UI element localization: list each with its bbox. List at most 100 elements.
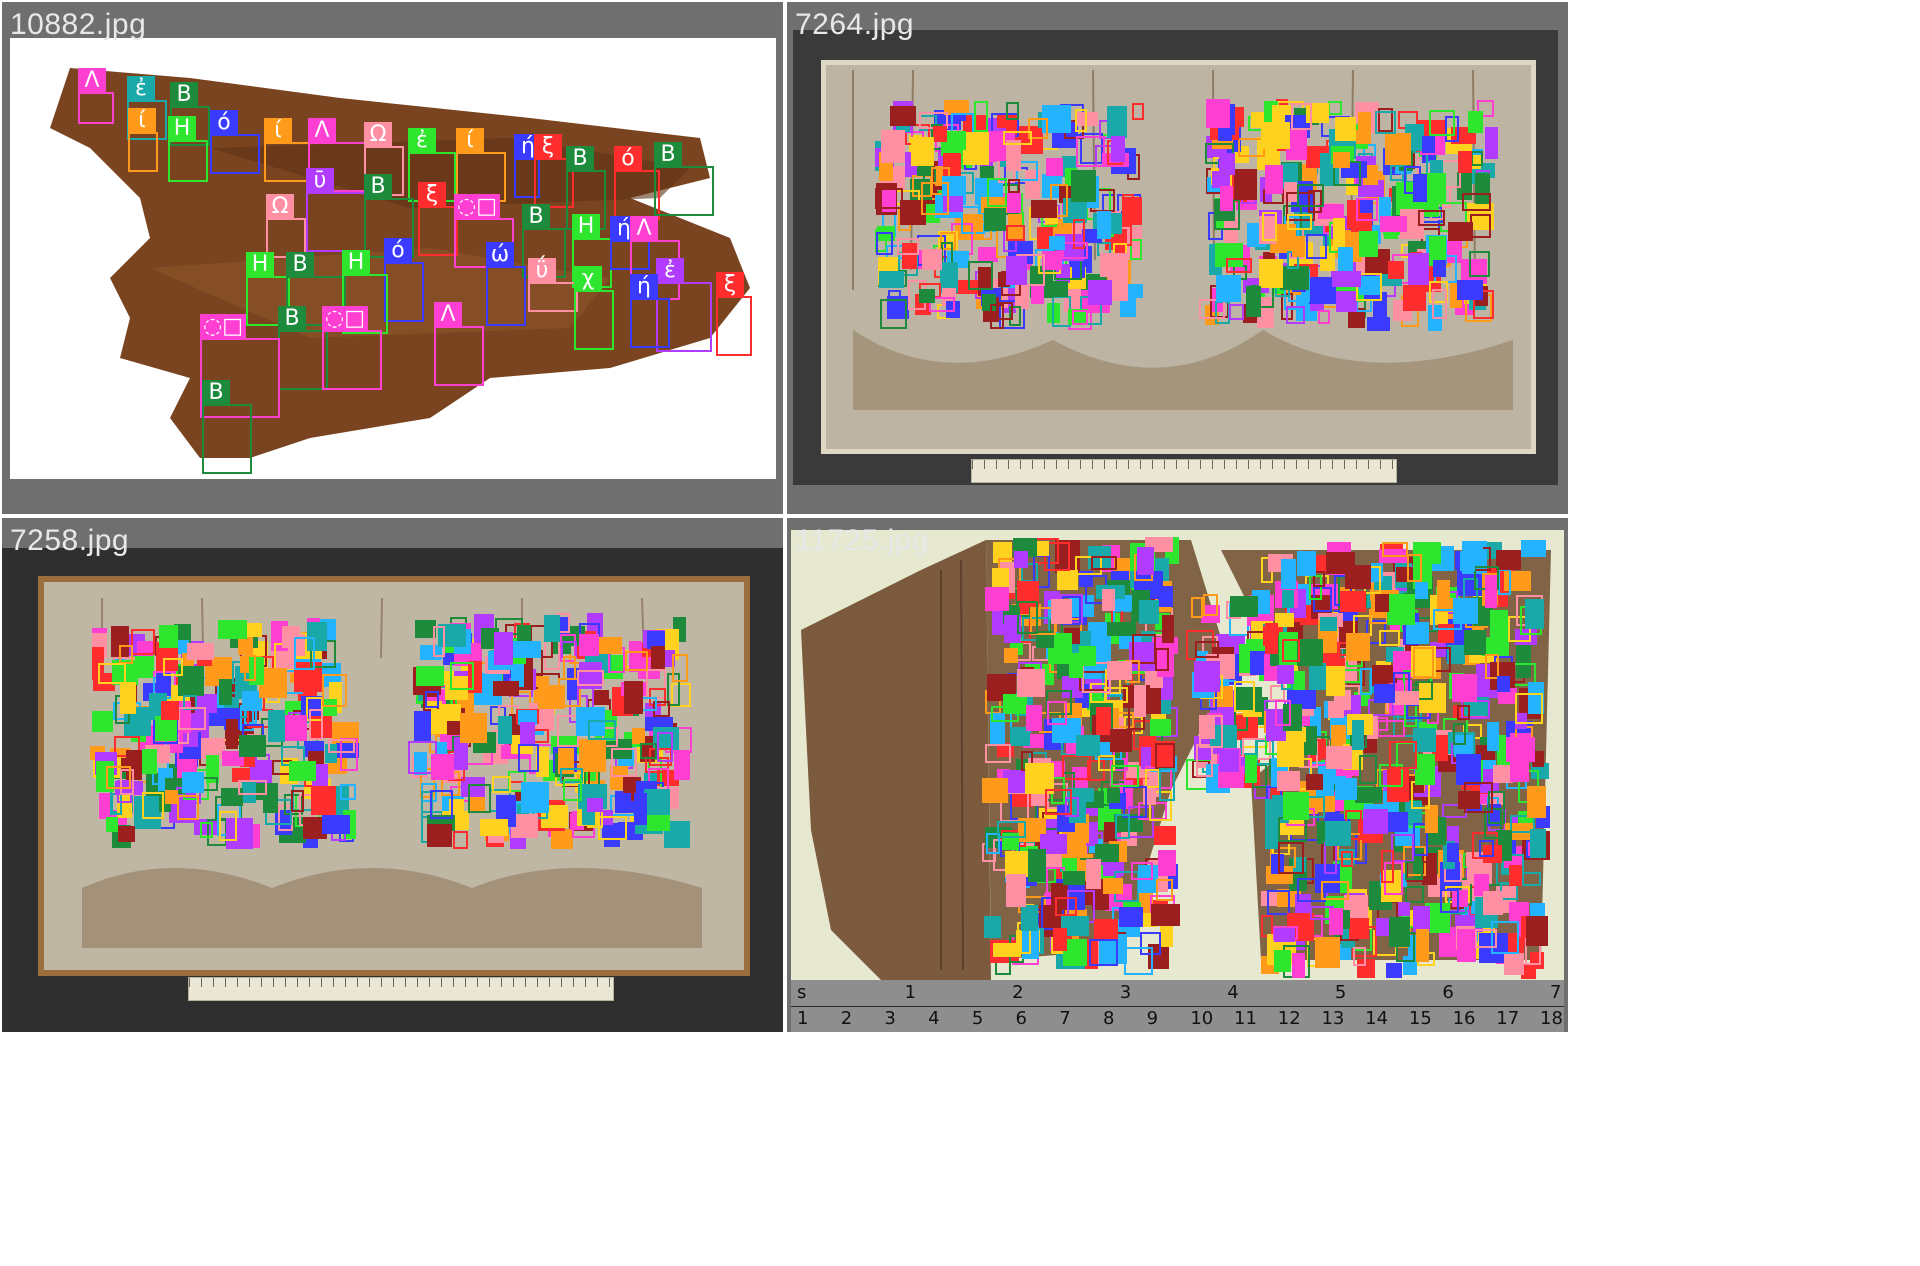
detection-box [430, 790, 453, 819]
detection-box [119, 645, 133, 664]
detection-box [218, 620, 247, 639]
detection-box [291, 790, 304, 812]
detection-box [1262, 212, 1277, 241]
detection-box [1425, 805, 1438, 833]
detection-box [1367, 317, 1390, 331]
detection-box [1335, 117, 1356, 141]
detection-box [1458, 151, 1472, 173]
detection-box [1128, 284, 1143, 298]
detection-box [1462, 193, 1491, 211]
detection-box [1277, 771, 1300, 791]
scale-tick-label: 4 [928, 1008, 940, 1029]
detection-box [1406, 622, 1429, 644]
detection-box [1487, 722, 1499, 751]
detection-cluster-left [90, 618, 360, 850]
detection-box [142, 749, 157, 774]
detection-box [1456, 754, 1481, 785]
detection-box [1055, 897, 1077, 916]
detection-box [1349, 918, 1369, 939]
detection-box [1042, 251, 1062, 270]
detection-label: ἐ [127, 76, 155, 102]
detection-box [1333, 152, 1350, 168]
detection-box [1405, 886, 1424, 903]
detection-box [1102, 589, 1115, 611]
detection-label: Β [170, 82, 198, 108]
detection-box [1072, 310, 1088, 325]
detection-label: Η [572, 214, 600, 240]
detection-box [309, 709, 323, 740]
detection-box [1282, 590, 1294, 608]
detection-box [1219, 153, 1235, 175]
detection-label: Λ [308, 118, 336, 144]
detection-box [630, 298, 670, 348]
detection-box [897, 238, 919, 255]
detection-box [289, 761, 316, 781]
detection-box [106, 817, 118, 832]
detection-box [1088, 280, 1112, 305]
detection-box [1283, 792, 1309, 820]
scale-tick-label: 1 [797, 1008, 809, 1029]
detection-box [574, 290, 614, 350]
detection-box [161, 701, 179, 720]
detection-box [1115, 814, 1130, 839]
detection-box [1006, 874, 1026, 907]
detection-box [1464, 630, 1486, 655]
detection-label: Β [202, 380, 230, 406]
detection-box [200, 822, 213, 838]
detection-label: ί [128, 108, 156, 134]
detection-label: ξ [418, 182, 446, 208]
panel-10882: 10882.jpg Λἐ Βί Ηό ί Λ Ωἐ ί ή ξ Βό Βῡ Βξ ◌□ Ω Β Ηή Λό ώ Η Β… [2, 2, 783, 514]
detection-box [1452, 674, 1477, 702]
detection-box [226, 719, 238, 749]
detection-box [1521, 540, 1546, 557]
scale-row-bottom: 1 2 3 4 5 6 7 8 9 10 11 12 13 14 15 16 17 18 [791, 1006, 1564, 1032]
detection-box [322, 330, 382, 390]
scale-tick-label: 14 [1365, 1008, 1389, 1029]
detection-box [881, 130, 905, 163]
detection-label: Ω [364, 122, 392, 148]
detection-box [990, 304, 1004, 329]
detection-box [1282, 639, 1300, 662]
detection-label: ί [456, 128, 484, 154]
detection-box [1145, 769, 1160, 788]
detection-box [1398, 902, 1410, 916]
detection-box [1471, 151, 1483, 166]
detection-box [1199, 715, 1223, 748]
detection-box [1375, 111, 1396, 134]
detection-box [1021, 905, 1038, 931]
detection-box [1003, 131, 1032, 145]
detection-box [1075, 109, 1087, 132]
detection-box [1154, 826, 1176, 845]
detection-box [1335, 778, 1357, 800]
image-grid: 10882.jpg Λἐ Βί Ηό ί Λ Ωἐ ί ή ξ Βό Βῡ Βξ ◌□ Ω Β Ηή Λό ώ Η Β… [0, 0, 1920, 1266]
detection-box [1328, 701, 1344, 718]
detection-box [1195, 641, 1219, 658]
detection-box [1286, 306, 1305, 324]
detection-box [239, 735, 266, 757]
detection-label: ἐ [408, 128, 436, 154]
detection-box [985, 744, 1011, 763]
detection-box [1297, 551, 1316, 576]
detection-box [1053, 928, 1067, 951]
detection-box [654, 166, 714, 216]
detection-box [1498, 569, 1511, 595]
detection-box [1415, 754, 1435, 785]
detection-label: Λ [434, 302, 462, 328]
detection-box [1320, 617, 1337, 631]
detection-label: Ω [266, 194, 294, 220]
detection-box [1359, 231, 1378, 257]
detection-box [1326, 666, 1345, 696]
detection-box [1405, 861, 1423, 880]
panel-title: 7258.jpg [10, 524, 130, 557]
panel-7264: 7264.jpg [787, 2, 1568, 514]
detection-box [1380, 216, 1407, 232]
detection-box [328, 739, 355, 753]
detection-box [1433, 609, 1462, 630]
detection-box [1245, 755, 1257, 783]
detection-box [159, 625, 178, 648]
detection-box [978, 247, 998, 262]
detection-box [1374, 684, 1395, 703]
detection-box [1408, 253, 1429, 285]
detection-box [433, 626, 445, 657]
detection-box [644, 789, 670, 818]
